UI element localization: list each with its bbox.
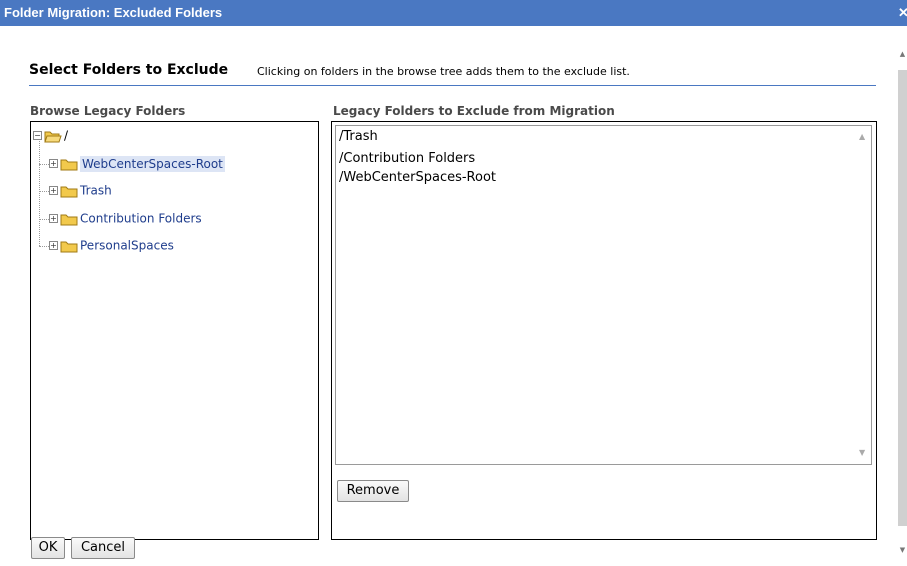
plus-square-icon[interactable]: + [49, 159, 58, 168]
section-header: Select Folders to Exclude Clicking on fo… [29, 60, 876, 86]
scroll-down-icon[interactable]: ▼ [859, 448, 865, 457]
tree-item-label[interactable]: PersonalSpaces [80, 239, 174, 253]
folder-open-icon [44, 129, 62, 143]
exclude-panel: /Trash /Contribution Folders /WebCenterS… [331, 121, 877, 540]
tree-item-trash[interactable]: + Trash [49, 180, 112, 200]
dialog-content: Select Folders to Exclude Clicking on fo… [0, 26, 896, 566]
tree-item-label[interactable]: Contribution Folders [80, 212, 202, 226]
browse-tree-panel: − / + WebCenterSpaces-Root + Trash + Contrib… [30, 121, 319, 540]
folder-icon [60, 184, 78, 198]
exclude-panel-label: Legacy Folders to Exclude from Migration [333, 104, 615, 118]
scrollbar-thumb[interactable] [898, 70, 907, 526]
tree-root-node[interactable]: − / [33, 125, 68, 145]
plus-square-icon[interactable]: + [49, 214, 58, 223]
scroll-up-icon[interactable]: ▲ [898, 50, 907, 58]
section-title: Select Folders to Exclude [29, 62, 229, 78]
section-description: Clicking on folders in the browse tree a… [257, 65, 630, 78]
tree-guide-line [39, 164, 49, 165]
cancel-button[interactable]: Cancel [71, 537, 135, 559]
plus-square-icon[interactable]: + [49, 241, 58, 250]
tree-root-label[interactable]: / [64, 129, 68, 143]
tree-item-label[interactable]: WebCenterSpaces-Root [80, 155, 225, 172]
tree-item-contribution-folders[interactable]: + Contribution Folders [49, 208, 202, 228]
close-icon[interactable]: ✕ [898, 4, 907, 22]
scroll-up-icon[interactable]: ▲ [859, 132, 865, 141]
dialog-scrollbar[interactable]: ▲ ▼ [896, 44, 907, 566]
plus-square-icon[interactable]: + [49, 186, 58, 195]
tree-item-personalspaces[interactable]: + PersonalSpaces [49, 235, 174, 255]
browse-panel-label: Browse Legacy Folders [30, 104, 186, 118]
remove-button[interactable]: Remove [337, 480, 409, 502]
ok-button[interactable]: OK [31, 537, 65, 559]
tree-guide-line [39, 219, 49, 220]
list-item[interactable]: /Trash [339, 127, 378, 147]
minus-square-icon[interactable]: − [33, 131, 42, 140]
tree-guide-line [39, 191, 49, 192]
tree-item-label[interactable]: Trash [80, 184, 112, 198]
scroll-down-icon[interactable]: ▼ [898, 546, 907, 554]
folder-icon [60, 212, 78, 226]
list-item[interactable]: /WebCenterSpaces-Root [339, 168, 496, 188]
dialog-title: Folder Migration: Excluded Folders [4, 5, 223, 20]
list-item[interactable]: /Contribution Folders [339, 149, 475, 169]
folder-icon [60, 239, 78, 253]
exclude-listbox[interactable]: /Trash /Contribution Folders /WebCenterS… [335, 125, 872, 465]
tree-guide-line [39, 246, 49, 247]
dialog-titlebar: Folder Migration: Excluded Folders ✕ [0, 0, 907, 26]
folder-icon [60, 157, 78, 171]
tree-item-webcenterspaces-root[interactable]: + WebCenterSpaces-Root [49, 153, 225, 173]
listbox-scrollbar[interactable]: ▲ ▼ [855, 126, 871, 464]
